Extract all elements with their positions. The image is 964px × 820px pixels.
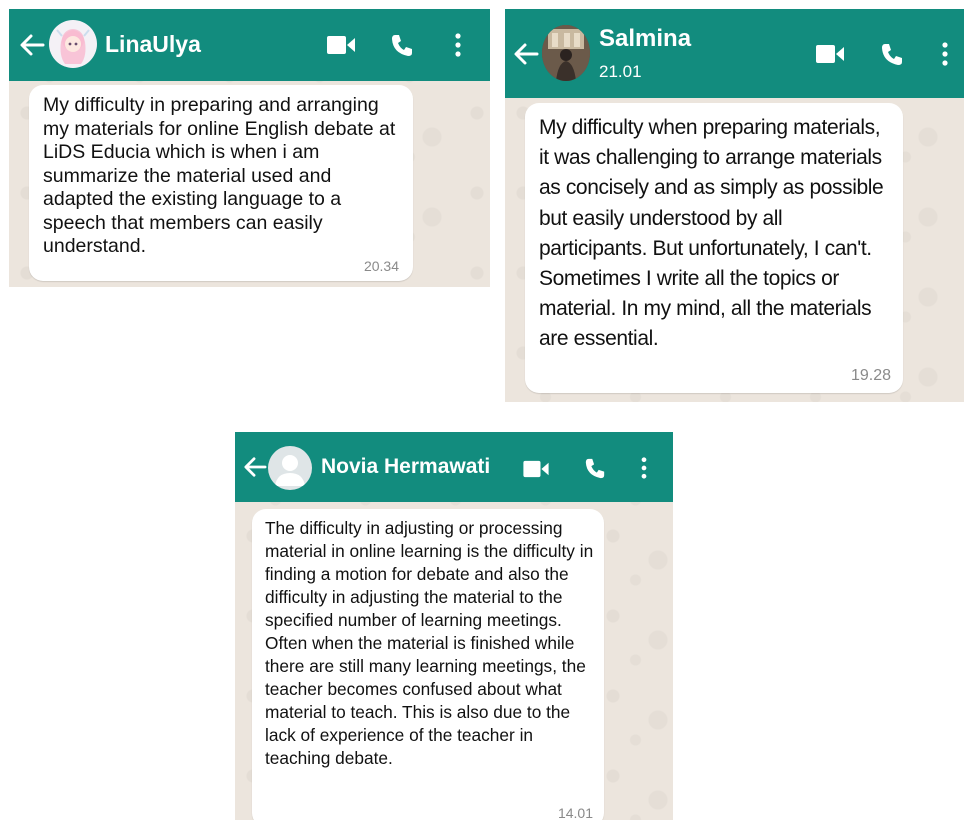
back-arrow-icon[interactable] <box>19 33 45 57</box>
phone-icon[interactable] <box>584 457 606 479</box>
more-options-icon[interactable] <box>454 33 462 57</box>
chat-panel-linaulya: LinaUlya My difficulty in preparing and … <box>9 9 490 287</box>
message-bubble[interactable]: The difficulty in adjusting or processin… <box>252 509 604 820</box>
contact-name: LinaUlya <box>105 31 201 57</box>
phone-icon[interactable] <box>390 33 414 57</box>
message-text: The difficulty in adjusting or processin… <box>265 518 594 768</box>
default-avatar[interactable] <box>268 446 312 490</box>
chat-panel-salmina: Salmina 21.01 My difficulty when prepari… <box>505 9 964 402</box>
chat-panel-novia-hermawati: Novia Hermawati The difficulty in adjust… <box>235 432 673 820</box>
message-time: 14.01 <box>557 805 593 820</box>
video-call-icon[interactable] <box>327 35 355 55</box>
photo-avatar[interactable] <box>542 25 590 81</box>
more-options-icon[interactable] <box>941 42 949 66</box>
phone-icon[interactable] <box>880 42 904 66</box>
contact-name: Salmina <box>599 25 692 52</box>
last-seen: 21.01 <box>599 62 642 81</box>
back-arrow-icon[interactable] <box>513 42 539 66</box>
video-call-icon[interactable] <box>523 460 549 478</box>
anime-avatar[interactable] <box>49 20 97 68</box>
message-bubble[interactable]: My difficulty when preparing materials, … <box>525 103 903 393</box>
message-time: 20.34 <box>363 258 399 274</box>
chat-header: Salmina 21.01 <box>505 9 964 98</box>
video-call-icon[interactable] <box>816 44 844 64</box>
message-text: My difficulty when preparing materials, … <box>539 116 884 351</box>
contact-name: Novia Hermawati <box>321 455 491 478</box>
more-options-icon[interactable] <box>640 457 648 479</box>
chat-header: LinaUlya <box>9 9 490 81</box>
message-text: My difficulty in preparing and arranging… <box>43 94 396 257</box>
message-time: 19.28 <box>850 367 891 384</box>
message-bubble[interactable]: My difficulty in preparing and arranging… <box>29 85 413 281</box>
chat-header: Novia Hermawati <box>235 432 673 502</box>
back-arrow-icon[interactable] <box>243 456 267 478</box>
